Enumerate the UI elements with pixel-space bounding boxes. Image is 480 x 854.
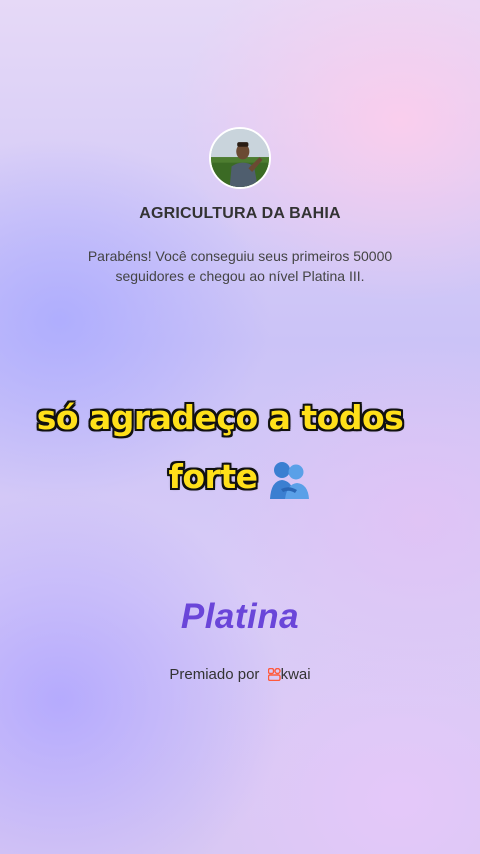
- profile-avatar: [209, 127, 271, 189]
- caption-line-2: forte: [0, 457, 480, 499]
- people-hugging-icon: [267, 459, 311, 499]
- caption-line-1: só agradeço a todos: [36, 398, 404, 437]
- achievement-message: Parabéns! Você conseguiu seus primeiros …: [87, 248, 393, 284]
- awarded-by: Premiado por kwai: [0, 666, 480, 683]
- level-title: Platina: [180, 597, 300, 636]
- awarded-by-label: Premiado por: [169, 666, 260, 683]
- caption-line-2-text: forte: [168, 457, 258, 496]
- avatar-photo: [211, 129, 269, 187]
- kwai-logo-icon: [267, 667, 281, 681]
- kwai-brand-name: kwai: [280, 666, 311, 683]
- account-name: AGRICULTURA DA BAHIA: [139, 205, 341, 222]
